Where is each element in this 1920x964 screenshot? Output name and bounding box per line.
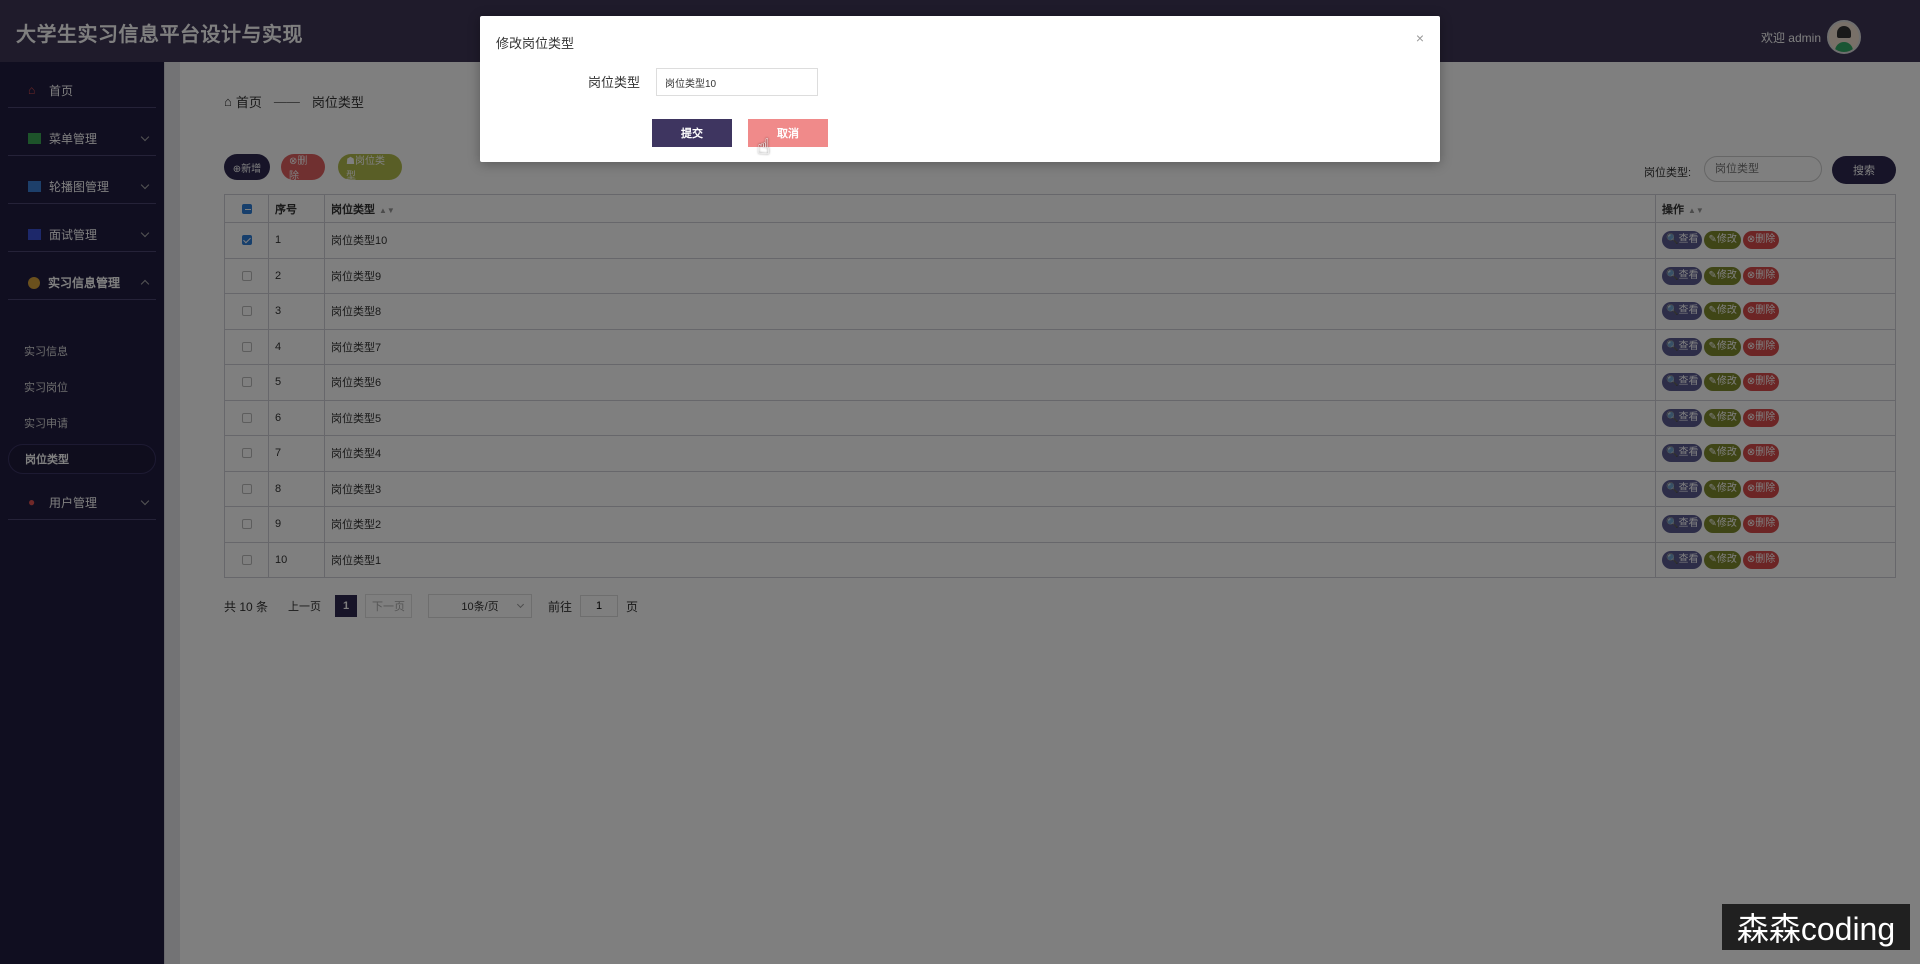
edit-dialog: 修改岗位类型 × 岗位类型 提交 取消 [480, 16, 1440, 162]
close-icon[interactable]: × [1416, 30, 1424, 46]
hand-cursor-icon: ☝ [757, 134, 771, 159]
submit-button[interactable]: 提交 [652, 119, 732, 147]
post-type-field-label: 岗位类型 [588, 75, 641, 90]
watermark: 森森coding [1722, 904, 1910, 950]
post-type-field[interactable] [656, 68, 818, 96]
dialog-title: 修改岗位类型 [496, 36, 575, 51]
